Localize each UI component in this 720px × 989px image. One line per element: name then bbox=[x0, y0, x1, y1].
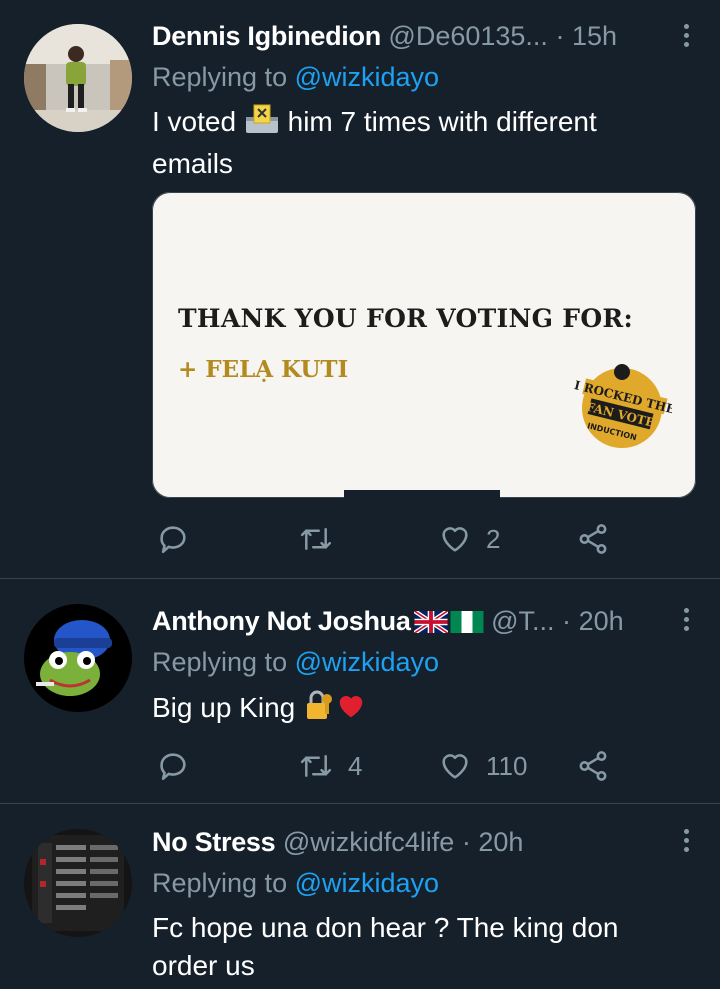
tweet-text-part: I voted bbox=[152, 106, 237, 137]
like-button[interactable]: 110 bbox=[438, 746, 527, 786]
reply-button[interactable] bbox=[156, 519, 190, 559]
avatar[interactable] bbox=[24, 604, 132, 712]
tweet-text-part: order us bbox=[152, 950, 255, 981]
uk-flag-emoji-icon bbox=[412, 604, 449, 644]
tweet-3[interactable]: No Stress @wizkidfc4life · 20h Replying … bbox=[0, 804, 720, 989]
display-name[interactable]: Anthony Not Joshua bbox=[152, 606, 411, 636]
share-icon bbox=[576, 749, 610, 783]
lock-with-key-emoji-icon bbox=[303, 689, 335, 731]
tweet-1[interactable]: Dennis Igbinedion @De60135... · 15h Repl… bbox=[0, 0, 720, 578]
username[interactable]: @wizkidfc4life bbox=[283, 827, 454, 857]
media-nominee: + FELẠ KUTI bbox=[178, 356, 349, 383]
separator: · bbox=[461, 827, 471, 857]
avatar[interactable] bbox=[24, 829, 132, 937]
share-icon bbox=[576, 522, 610, 556]
username[interactable]: @De60135... bbox=[388, 21, 548, 51]
retweet-icon bbox=[298, 749, 334, 783]
tweet-text: I voted him 7 times with different email… bbox=[152, 103, 692, 183]
avatar[interactable] bbox=[24, 24, 132, 132]
tweet-header: No Stress @wizkidfc4life · 20h bbox=[152, 822, 672, 862]
ballot-box-emoji-icon bbox=[244, 103, 280, 145]
display-name[interactable]: Dennis Igbinedion bbox=[152, 21, 381, 51]
separator: · bbox=[562, 606, 572, 636]
nigeria-flag-emoji-icon bbox=[450, 604, 484, 644]
tweet-text-part: Fc hope una don hear ? The king don bbox=[152, 912, 619, 943]
like-button[interactable]: 2 bbox=[438, 519, 500, 559]
replying-prefix: Replying to bbox=[152, 647, 288, 677]
tweet-header: Dennis Igbinedion @De60135... · 15h bbox=[152, 16, 672, 56]
kebab-menu-icon[interactable] bbox=[682, 829, 690, 856]
replying-to: Replying to @wizkidayo bbox=[152, 865, 439, 901]
media-overlay-bar bbox=[344, 490, 500, 498]
retweet-count: 4 bbox=[348, 750, 363, 781]
timestamp[interactable]: 20h bbox=[478, 827, 523, 857]
like-count: 110 bbox=[486, 750, 528, 781]
retweet-button[interactable] bbox=[298, 519, 334, 559]
tweet-header: Anthony Not Joshua @T... · 20h bbox=[152, 601, 672, 641]
replying-to: Replying to @wizkidayo bbox=[152, 644, 439, 680]
kebab-menu-icon[interactable] bbox=[682, 24, 690, 51]
username[interactable]: @T... bbox=[491, 606, 554, 636]
reply-button[interactable] bbox=[156, 746, 190, 786]
separator: · bbox=[555, 21, 565, 51]
tweet-2[interactable]: Anthony Not Joshua @T... · 20h Replying … bbox=[0, 579, 720, 803]
tweet-actions: 4 110 bbox=[152, 746, 672, 786]
timestamp[interactable]: 15h bbox=[572, 21, 617, 51]
tweet-actions: 2 bbox=[152, 519, 672, 559]
tweet-media-image[interactable]: THANK YOU FOR VOTING FOR: + FELẠ KUTI I … bbox=[152, 192, 696, 498]
like-count: 2 bbox=[486, 523, 501, 554]
share-button[interactable] bbox=[576, 746, 610, 786]
mention-link[interactable]: @wizkidayo bbox=[295, 647, 439, 677]
replying-prefix: Replying to bbox=[152, 868, 288, 898]
heart-icon bbox=[438, 749, 472, 783]
timestamp[interactable]: 20h bbox=[579, 606, 624, 636]
speech-bubble-icon bbox=[156, 522, 190, 556]
retweet-icon bbox=[298, 522, 334, 556]
heart-icon bbox=[438, 522, 472, 556]
tweet-text: Big up King bbox=[152, 689, 692, 731]
speech-bubble-icon bbox=[156, 749, 190, 783]
kebab-menu-icon[interactable] bbox=[682, 608, 690, 635]
tweet-text-part: him 7 times with different bbox=[287, 106, 597, 137]
tweet-text-part: emails bbox=[152, 148, 233, 179]
tweet-text: Fc hope una don hear ? The king don orde… bbox=[152, 909, 692, 985]
replying-prefix: Replying to bbox=[152, 62, 288, 92]
mention-link[interactable]: @wizkidayo bbox=[295, 62, 439, 92]
red-heart-emoji-icon bbox=[335, 691, 367, 731]
fan-vote-badge: I ROCKED THE FAN VOTE INDUCTION bbox=[572, 358, 676, 463]
retweet-button[interactable]: 4 bbox=[298, 746, 362, 786]
media-headline: THANK YOU FOR VOTING FOR: bbox=[178, 304, 634, 333]
replying-to: Replying to @wizkidayo bbox=[152, 59, 439, 95]
display-name[interactable]: No Stress bbox=[152, 827, 276, 857]
tweet-text-part: Big up King bbox=[152, 692, 296, 723]
share-button[interactable] bbox=[576, 519, 610, 559]
mention-link[interactable]: @wizkidayo bbox=[295, 868, 439, 898]
